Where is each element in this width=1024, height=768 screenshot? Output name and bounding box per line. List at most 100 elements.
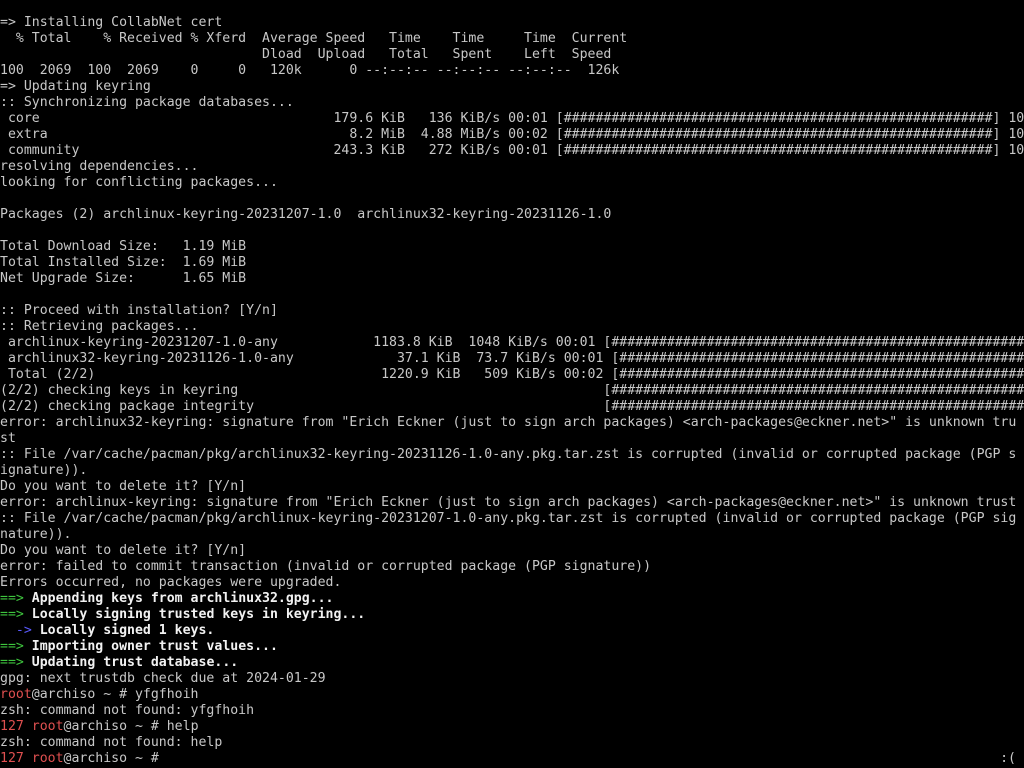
terminal-text-segment: 127: [0, 751, 32, 766]
terminal-text-segment: root: [0, 687, 32, 702]
terminal-text-segment: zsh: command not found: yfgfhoih: [0, 703, 255, 718]
terminal-line: :: File /var/cache/pacman/pkg/archlinux3…: [0, 447, 1024, 463]
terminal-text-segment: core 179.6 KiB 136 KiB/s 00:01 [########…: [0, 111, 1024, 126]
terminal-text-segment: Packages (2) archlinux-keyring-20231207-…: [0, 207, 612, 222]
terminal-line: (2/2) checking keys in keyring [########…: [0, 383, 1024, 399]
terminal-line: :: File /var/cache/pacman/pkg/archlinux-…: [0, 511, 1024, 527]
terminal-line: :: Retrieving packages...: [0, 319, 1024, 335]
terminal-line: => Updating keyring: [0, 79, 1024, 95]
terminal-line: zsh: command not found: help: [0, 735, 1024, 751]
terminal-line: error: failed to commit transaction (inv…: [0, 559, 1024, 575]
terminal-text-segment: Appending keys from archlinux32.gpg...: [23, 591, 334, 606]
terminal-text-segment: Total Download Size: 1.19 MiB: [0, 239, 247, 254]
terminal-text-segment: error: archlinux-keyring: signature from…: [0, 495, 1017, 510]
terminal-line: Do you want to delete it? [Y/n]: [0, 543, 1024, 559]
terminal-text-segment: Locally signed 1 keys.: [39, 623, 215, 638]
terminal-text-segment: community 243.3 KiB 272 KiB/s 00:01 [###…: [0, 143, 1024, 158]
terminal-line: ignature)).: [0, 463, 1024, 479]
terminal-line: community 243.3 KiB 272 KiB/s 00:01 [###…: [0, 143, 1024, 159]
terminal-line: ==> Updating trust database...: [0, 655, 1024, 671]
terminal-line: Errors occurred, no packages were upgrad…: [0, 575, 1024, 591]
terminal-text-segment: looking for conflicting packages...: [0, 175, 278, 190]
terminal-line: looking for conflicting packages...: [0, 175, 1024, 191]
terminal-text-segment: => Installing CollabNet cert: [0, 15, 223, 30]
terminal-line: Packages (2) archlinux-keyring-20231207-…: [0, 207, 1024, 223]
terminal-text-segment: :: Retrieving packages...: [0, 319, 199, 334]
terminal-line: ==> Importing owner trust values...: [0, 639, 1024, 655]
terminal-text-segment: extra 8.2 MiB 4.88 MiB/s 00:02 [########…: [0, 127, 1024, 142]
terminal-line: % Total % Received % Xferd Average Speed…: [0, 31, 1024, 47]
terminal-window[interactable]: => Installing CollabNet cert % Total % R…: [0, 0, 1024, 768]
terminal-text-segment: Updating trust database...: [23, 655, 239, 670]
terminal-line: nature)).: [0, 527, 1024, 543]
terminal-line: Total Download Size: 1.19 MiB: [0, 239, 1024, 255]
terminal-line: archlinux-keyring-20231207-1.0-any 1183.…: [0, 335, 1024, 351]
terminal-text-segment: gpg: next trustdb check due at 2024-01-2…: [0, 671, 326, 686]
terminal-line: Do you want to delete it? [Y/n]: [0, 479, 1024, 495]
terminal-text-segment: 100 2069 100 2069 0 0 120k 0 --:--:-- --…: [0, 63, 620, 78]
terminal-text-segment: Do you want to delete it? [Y/n]: [0, 543, 247, 558]
terminal-text-segment: root: [31, 751, 64, 766]
terminal-text-segment: ==>: [0, 639, 24, 654]
terminal-line: :: Synchronizing package databases...: [0, 95, 1024, 111]
terminal-text-segment: archlinux32-keyring-20231126-1.0-any 37.…: [0, 351, 1024, 366]
terminal-text-segment: Total Installed Size: 1.69 MiB: [0, 255, 247, 270]
terminal-line: error: archlinux32-keyring: signature fr…: [0, 415, 1024, 431]
terminal-line: Dload Upload Total Spent Left Speed: [0, 47, 1024, 63]
terminal-output: => Installing CollabNet cert % Total % R…: [0, 15, 1024, 767]
terminal-text-segment: Net Upgrade Size: 1.65 MiB: [0, 271, 247, 286]
terminal-line: Net Upgrade Size: 1.65 MiB: [0, 271, 1024, 287]
terminal-line: 100 2069 100 2069 0 0 120k 0 --:--:-- --…: [0, 63, 1024, 79]
terminal-line: -> Locally signed 1 keys.: [0, 623, 1024, 639]
terminal-text-segment: => Updating keyring: [0, 79, 151, 94]
terminal-line: extra 8.2 MiB 4.88 MiB/s 00:02 [########…: [0, 127, 1024, 143]
terminal-text-segment: ==>: [0, 591, 24, 606]
terminal-text-segment: root: [31, 719, 64, 734]
terminal-text-segment: error: archlinux32-keyring: signature fr…: [0, 415, 1017, 430]
terminal-text-segment: ==>: [0, 607, 24, 622]
terminal-text-segment: error: failed to commit transaction (inv…: [0, 559, 652, 574]
terminal-line: resolving dependencies...: [0, 159, 1024, 175]
terminal-line: zsh: command not found: yfgfhoih: [0, 703, 1024, 719]
terminal-text-segment: Locally signing trusted keys in keyring.…: [23, 607, 366, 622]
terminal-text-segment: Total (2/2) 1220.9 KiB 509 KiB/s 00:02 […: [0, 367, 1024, 382]
terminal-text-segment: :: File /var/cache/pacman/pkg/archlinux3…: [0, 447, 1017, 462]
terminal-text-segment: ignature)).: [0, 463, 88, 478]
terminal-text-segment: st: [0, 431, 16, 446]
terminal-line: :: Proceed with installation? [Y/n]: [0, 303, 1024, 319]
terminal-line: ==> Locally signing trusted keys in keyr…: [0, 607, 1024, 623]
terminal-line: error: archlinux-keyring: signature from…: [0, 495, 1024, 511]
terminal-text-segment: (2/2) checking package integrity [######…: [0, 399, 1024, 414]
terminal-line: 127 root@archiso ~ # help: [0, 719, 1024, 735]
shell-prompt-line[interactable]: 127 root@archiso ~ #: [0, 751, 1024, 767]
terminal-line: archlinux32-keyring-20231126-1.0-any 37.…: [0, 351, 1024, 367]
terminal-line: st: [0, 431, 1024, 447]
terminal-text-segment: zsh: command not found: help: [0, 735, 223, 750]
terminal-text-segment: Errors occurred, no packages were upgrad…: [0, 575, 342, 590]
terminal-text-segment: @archiso ~ # help: [63, 719, 199, 734]
terminal-line: Total (2/2) 1220.9 KiB 509 KiB/s 00:02 […: [0, 367, 1024, 383]
terminal-text-segment: @archiso ~ # yfgfhoih: [31, 687, 199, 702]
terminal-text-segment: Dload Upload Total Spent Left Speed: [0, 47, 612, 62]
terminal-text-segment: (2/2) checking keys in keyring [########…: [0, 383, 1024, 398]
terminal-text-segment: :: File /var/cache/pacman/pkg/archlinux-…: [0, 511, 1017, 526]
terminal-text-segment: archlinux-keyring-20231207-1.0-any 1183.…: [0, 335, 1024, 350]
terminal-text-segment: % Total % Received % Xferd Average Speed…: [0, 31, 628, 46]
terminal-text-segment: nature)).: [0, 527, 72, 542]
terminal-line: => Installing CollabNet cert: [0, 15, 1024, 31]
terminal-text-segment: @archiso ~ #: [63, 751, 167, 766]
status-indicator: :(: [1000, 751, 1016, 766]
terminal-line: Total Installed Size: 1.69 MiB: [0, 255, 1024, 271]
terminal-text-segment: 127: [0, 719, 32, 734]
terminal-text-segment: ==>: [0, 655, 24, 670]
terminal-text-segment: Importing owner trust values...: [23, 639, 278, 654]
terminal-line: gpg: next trustdb check due at 2024-01-2…: [0, 671, 1024, 687]
terminal-line: (2/2) checking package integrity [######…: [0, 399, 1024, 415]
terminal-text-segment: :: Proceed with installation? [Y/n]: [0, 303, 278, 318]
terminal-text-segment: :: Synchronizing package databases...: [0, 95, 294, 110]
terminal-line: core 179.6 KiB 136 KiB/s 00:01 [########…: [0, 111, 1024, 127]
terminal-line: ==> Appending keys from archlinux32.gpg.…: [0, 591, 1024, 607]
